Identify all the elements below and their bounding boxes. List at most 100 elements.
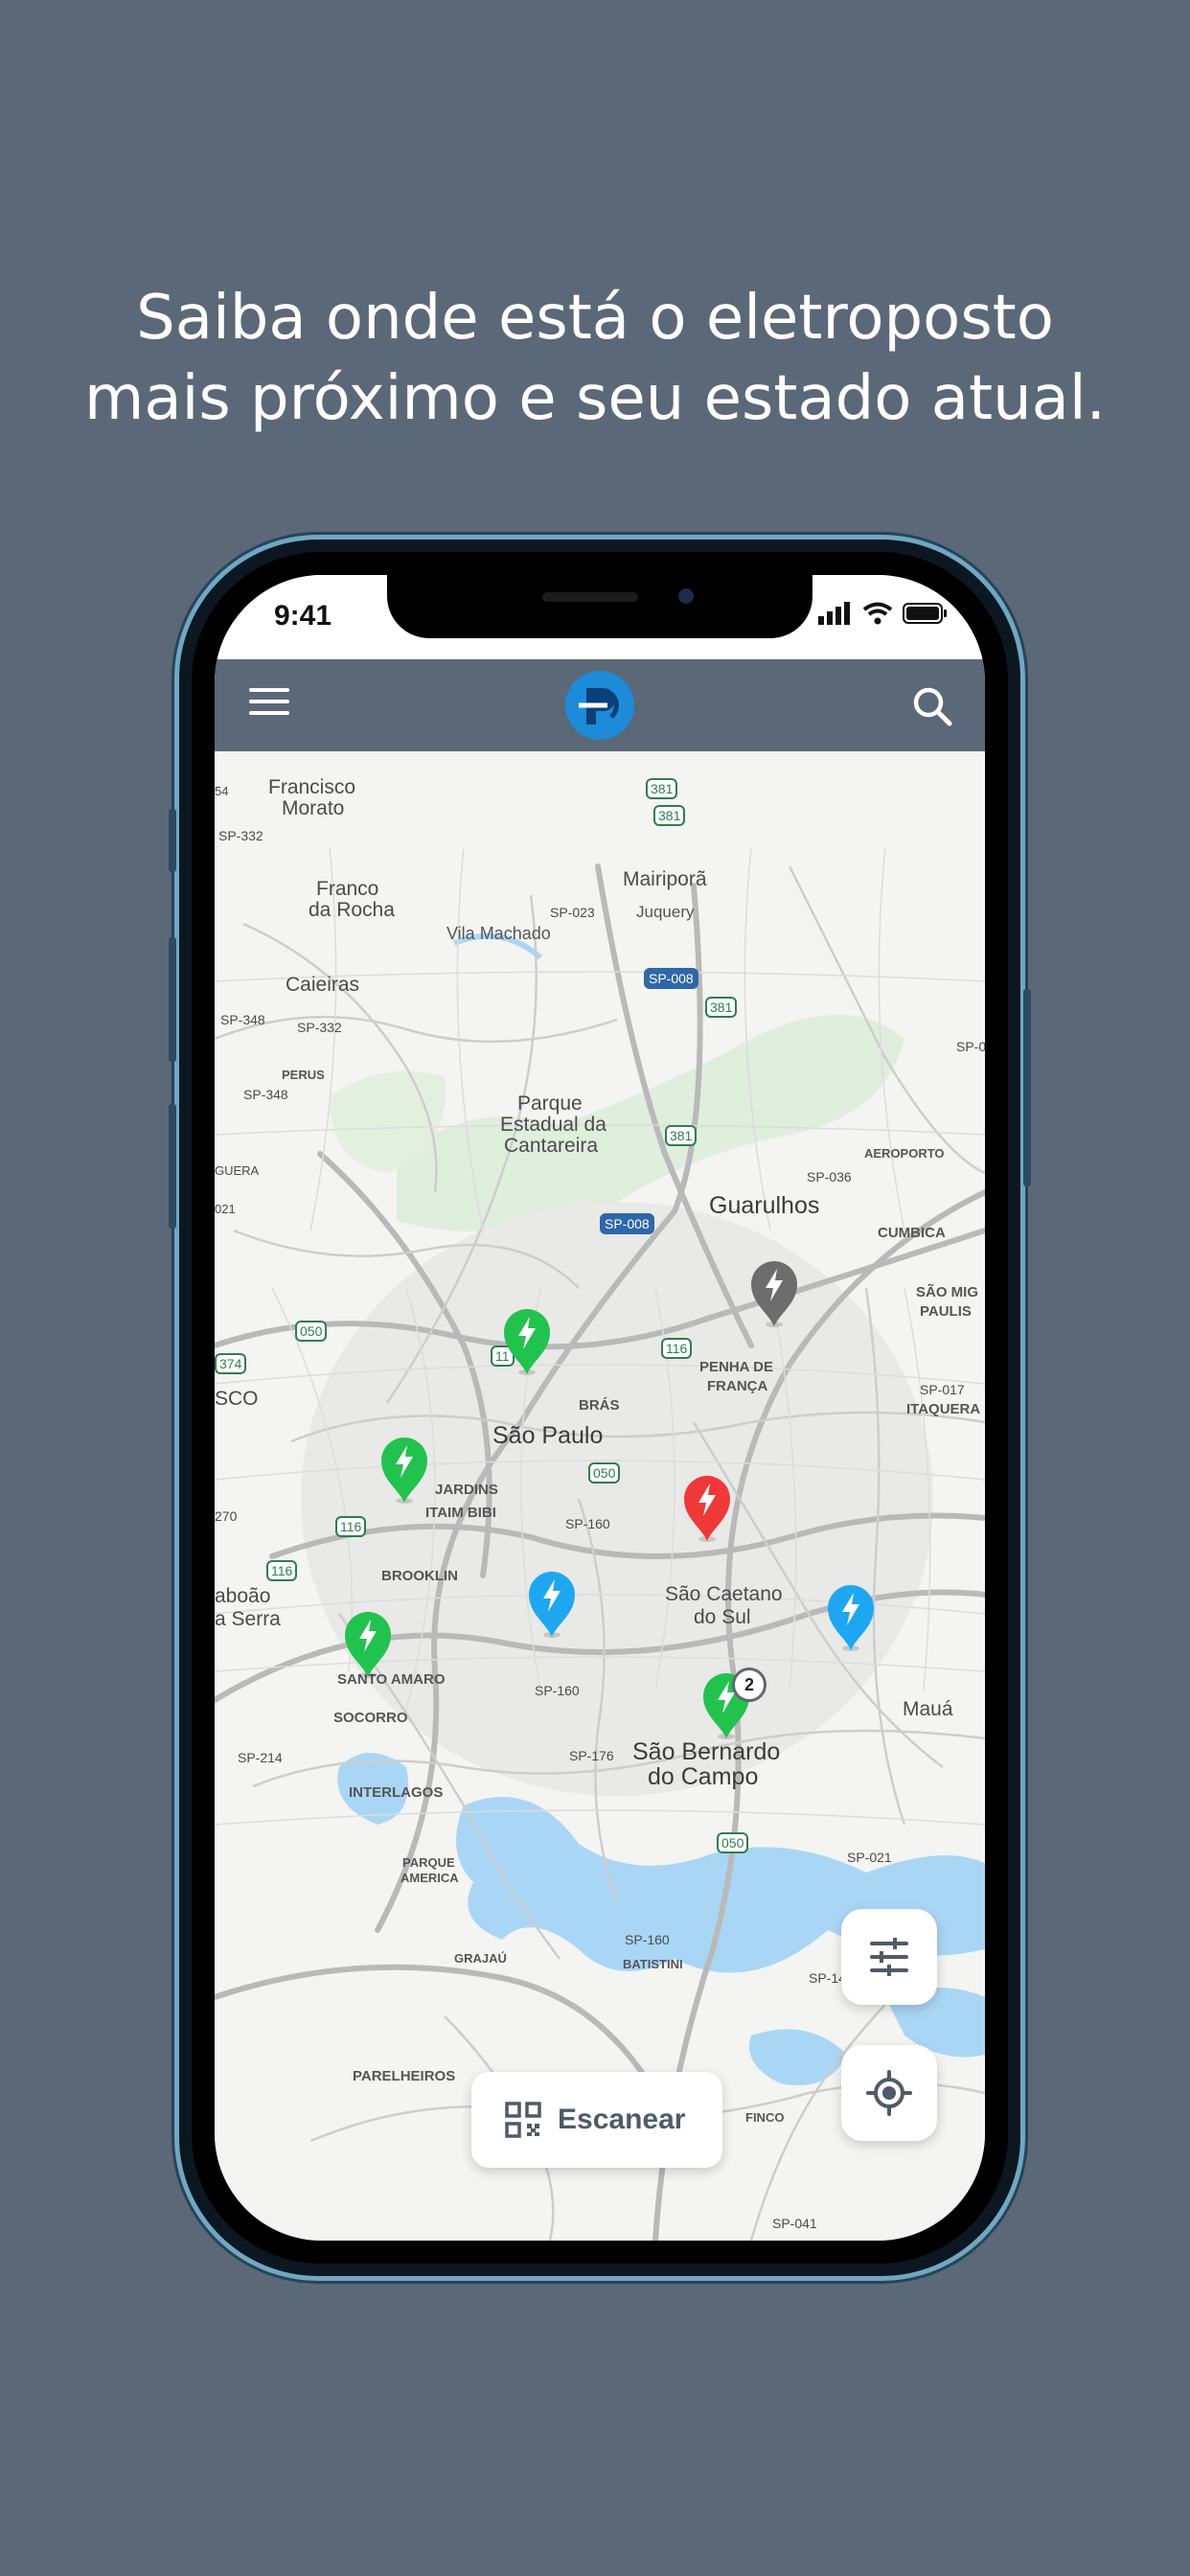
road-label: SP-0 (956, 1039, 985, 1054)
map-label: Morato (282, 797, 345, 819)
station-pin-green[interactable] (378, 1434, 431, 1505)
road-label: SP-160 (625, 1932, 670, 1947)
road-shield: 050 (717, 1832, 749, 1853)
status-icons (818, 602, 949, 625)
station-pin-gray[interactable] (747, 1257, 801, 1328)
bolt-icon (381, 1438, 427, 1504)
map-label: JARDINS (435, 1482, 498, 1498)
filter-button[interactable] (841, 1909, 937, 2005)
phone-frame: 9:41 São Paulo Guarulhos São Caetano do … (169, 535, 1031, 2281)
road-label: SP-348 (243, 1087, 288, 1102)
road-shield: 381 (705, 997, 738, 1018)
map-label: SOCORRO (333, 1710, 408, 1726)
map-label: São Caetano (665, 1583, 783, 1605)
map-label: BATISTINI (623, 1957, 683, 1971)
road-shield: SP-008 (600, 1213, 654, 1234)
road-label: SP-214 (238, 1750, 283, 1765)
map-label: Cantareira (504, 1135, 599, 1157)
app-bar (215, 659, 985, 751)
map-label: BROOKLIN (381, 1568, 458, 1584)
map-label: a Serra (215, 1608, 281, 1630)
map-label: Parque (517, 1092, 583, 1115)
map-label: do Campo (648, 1763, 759, 1790)
station-pin-green[interactable] (500, 1305, 554, 1376)
road-label: SP-176 (569, 1748, 614, 1763)
road-label: SP-041 (772, 2216, 817, 2231)
road-label: 54 (215, 784, 229, 798)
map-label: aboão (215, 1585, 271, 1607)
map-view[interactable]: São Paulo Guarulhos São Caetano do Sul S… (215, 751, 985, 2241)
phone-power-button (1023, 989, 1031, 1186)
road-label: SP-332 (297, 1020, 342, 1035)
station-pin-green[interactable] (341, 1608, 395, 1679)
road-shield: 381 (646, 778, 678, 799)
bolt-icon (684, 1476, 730, 1542)
phone-silent-switch (169, 809, 176, 872)
road-label: SP-160 (535, 1683, 580, 1698)
search-icon[interactable] (910, 684, 954, 728)
wifi-icon (862, 602, 893, 625)
map-label: GRAJAÚ (454, 1951, 507, 1966)
road-shield: 381 (665, 1125, 698, 1146)
map-label: ITAQUERA (906, 1401, 981, 1417)
map-label: da Rocha (309, 899, 395, 921)
station-pin-blue[interactable] (824, 1581, 878, 1652)
headline-line-1: Saiba onde está o eletroposto (136, 283, 1054, 354)
map-label: INTERLAGOS (349, 1784, 444, 1801)
road-label: SP-348 (220, 1012, 265, 1027)
road-shield: 116 (335, 1516, 367, 1537)
map-label: ITAIM BIBI (425, 1505, 496, 1521)
map-label: PERUS (282, 1068, 325, 1082)
phone-volume-up (169, 937, 176, 1062)
scan-button-label: Escanear (558, 2104, 686, 2135)
road-shield: 381 (653, 805, 686, 826)
scan-button[interactable]: Escanear (471, 2072, 722, 2168)
qr-code-icon (505, 2102, 541, 2138)
map-label: FRANÇA (707, 1378, 768, 1394)
road-shield: 116 (661, 1338, 693, 1359)
status-time: 9:41 (274, 600, 332, 632)
cellular-signal-icon (818, 602, 850, 625)
map-label: Guarulhos (709, 1192, 820, 1219)
map-label: AEROPORTO (864, 1146, 945, 1161)
map-label: FINCO (745, 2110, 785, 2125)
road-shield: SP-008 (644, 968, 698, 989)
notch (387, 575, 812, 638)
bolt-icon (828, 1585, 874, 1651)
phone-screen: 9:41 São Paulo Guarulhos São Caetano do … (215, 575, 985, 2241)
station-pin-blue[interactable] (525, 1568, 579, 1639)
headline-line-2: mais próximo e seu estado atual. (84, 363, 1106, 434)
map-label: BRÁS (579, 1397, 620, 1414)
map-label: CUMBICA (878, 1225, 946, 1241)
map-label: Caieiras (286, 974, 360, 996)
map-label: Franco (316, 878, 379, 900)
map-label: PENHA DE (699, 1359, 773, 1375)
road-label: GUERA (215, 1163, 260, 1178)
bolt-icon (751, 1261, 797, 1327)
locate-me-button[interactable] (841, 2045, 937, 2141)
map-label: AMERICA (400, 1871, 459, 1885)
phone-volume-down (169, 1104, 176, 1229)
map-label: Mairiporã (623, 868, 707, 890)
road-label: SP-332 (218, 828, 263, 843)
map-label: Vila Machado (446, 924, 551, 943)
map-label: PAULIS (920, 1303, 972, 1320)
map-label: Francisco (268, 776, 356, 798)
cluster-count-badge[interactable]: 2 (732, 1668, 767, 1702)
map-label: São Paulo (492, 1422, 604, 1449)
road-shield: 050 (588, 1462, 621, 1484)
hamburger-menu-icon[interactable] (249, 688, 289, 723)
road-label: SP-160 (565, 1516, 610, 1531)
road-shield: 050 (295, 1321, 328, 1342)
road-label: 021 (215, 1202, 236, 1216)
road-label: 270 (215, 1508, 238, 1524)
my-location-icon (866, 2070, 912, 2116)
road-label: SP-021 (847, 1850, 892, 1865)
map-label: PARQUE (402, 1855, 455, 1870)
bolt-icon (345, 1612, 391, 1678)
road-shield: 374 (215, 1353, 247, 1374)
speaker (542, 592, 638, 602)
map-label: do Sul (694, 1606, 751, 1628)
station-pin-red[interactable] (680, 1472, 734, 1543)
sliders-icon (870, 1938, 908, 1976)
